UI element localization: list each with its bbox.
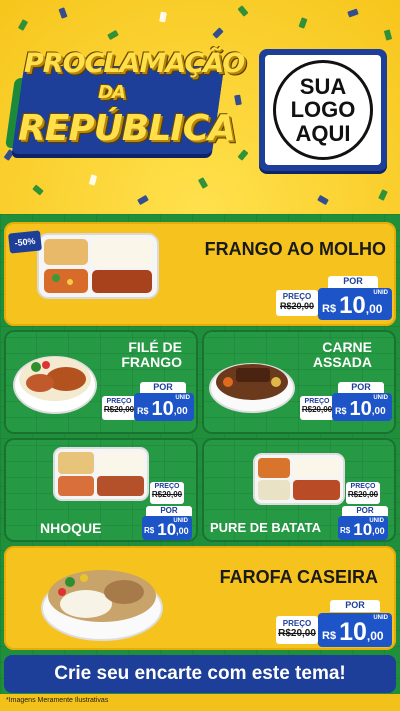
title-line-3: REPÚBLICA: [18, 108, 236, 149]
old-price: R$20,00: [103, 405, 135, 414]
food-image-nhoque: [53, 447, 149, 501]
confetti: [17, 19, 29, 31]
price-int: 10: [151, 398, 174, 420]
confetti: [137, 194, 149, 206]
price-cents: ,00: [371, 406, 386, 417]
currency: R$: [144, 526, 155, 535]
preco-label: PREÇO: [282, 292, 312, 301]
logo-text-1: SUA: [299, 74, 347, 100]
title-line-1: PROCLAMAÇÃO: [24, 48, 245, 79]
product-name: FAROFA CASEIRA: [219, 567, 378, 587]
por-label: POR: [146, 506, 192, 516]
confetti: [378, 189, 388, 201]
flyer: PROCLAMAÇÃO DA REPÚBLICA SUA LOGO AQUI F…: [0, 0, 400, 711]
product-name: NHOQUE: [40, 520, 102, 536]
old-price-box: PREÇO R$20,00: [276, 616, 318, 644]
por-label: POR: [342, 506, 388, 516]
unit-label: UNID: [369, 518, 384, 524]
por-label: POR: [330, 600, 380, 612]
new-price: R$ 10 ,00 UNID: [318, 288, 392, 320]
cta-banner[interactable]: Crie seu encarte com este tema!: [4, 655, 396, 693]
product-name: FILÉ DE FRANGO: [121, 339, 182, 371]
old-price: R$20,00: [301, 405, 333, 414]
old-price: R$20,00: [279, 301, 315, 311]
unit-label: UNID: [373, 615, 388, 621]
logo-text-2: LOGO: [290, 97, 356, 123]
food-image-frango: [37, 233, 159, 299]
logo-placeholder: SUA LOGO AQUI: [259, 49, 387, 171]
product-name-line-1: CARNE: [322, 339, 372, 355]
currency: R$: [335, 406, 347, 416]
confetti: [159, 11, 167, 23]
old-price: R$20,00: [347, 490, 379, 499]
preco-label: PREÇO: [154, 483, 180, 490]
price-cents: ,00: [173, 406, 188, 417]
new-price: R$ 10 ,00 UNID: [332, 393, 392, 421]
product-name-line-1: FILÉ DE: [128, 339, 182, 355]
food-image-file-de-frango: [13, 356, 97, 414]
food-image-farofa: [41, 570, 163, 641]
discount-badge: -50%: [8, 230, 42, 254]
footnote: *Imagens Meramente Ilustrativas: [6, 697, 109, 704]
unit-label: UNID: [173, 518, 188, 524]
preco-label: PREÇO: [106, 398, 132, 405]
confetti: [234, 94, 242, 106]
product-name: CARNE ASSADA: [312, 339, 372, 371]
price-cents: ,00: [176, 526, 189, 536]
currency: R$: [322, 303, 337, 315]
currency: R$: [137, 406, 149, 416]
confetti: [347, 8, 359, 18]
price-int: 10: [339, 618, 367, 646]
unit-label: UNID: [373, 290, 388, 296]
price-cents: ,00: [366, 629, 384, 643]
event-title: PROCLAMAÇÃO DA REPÚBLICA: [5, 48, 245, 168]
preco-label: PREÇO: [304, 398, 330, 405]
old-price-box: PREÇO R$20,00: [150, 482, 184, 504]
confetti: [58, 7, 68, 19]
old-price-box: PREÇO R$20,00: [102, 396, 136, 420]
currency: R$: [340, 526, 351, 535]
price-cents: ,00: [372, 526, 385, 536]
por-label: POR: [140, 382, 186, 393]
old-price-box: PREÇO R$20,00: [346, 482, 380, 504]
confetti: [197, 177, 209, 189]
confetti: [107, 29, 119, 41]
confetti: [88, 174, 98, 186]
price-int: 10: [349, 398, 372, 420]
confetti: [212, 27, 224, 39]
preco-label: PREÇO: [282, 619, 312, 628]
confetti: [32, 184, 44, 196]
old-price: R$20,00: [278, 628, 316, 639]
new-price: R$ 10 ,00 UNID: [134, 393, 194, 421]
confetti: [298, 17, 308, 29]
logo-text-3: AQUI: [295, 120, 351, 146]
currency: R$: [322, 630, 337, 642]
product-name-line-2: FRANGO: [121, 354, 182, 371]
title-line-2: DA: [98, 82, 126, 103]
price-int: 10: [339, 292, 366, 319]
product-name: FRANGO AO MOLHO: [204, 239, 386, 259]
unit-label: UNID: [373, 395, 388, 401]
confetti: [383, 29, 393, 41]
confetti: [237, 5, 249, 17]
product-name-line-2: ASSADA: [312, 354, 372, 371]
old-price-box: PREÇO R$20,00: [276, 290, 318, 316]
logo-circle: SUA LOGO AQUI: [273, 60, 373, 160]
new-price: R$ 10 ,00 UNID: [338, 516, 388, 540]
price-cents: ,00: [365, 302, 383, 316]
food-image-carne-assada: [209, 363, 295, 413]
preco-label: PREÇO: [350, 483, 376, 490]
new-price: R$ 10 ,00 UNID: [142, 516, 192, 540]
por-label: POR: [328, 276, 378, 288]
por-label: POR: [338, 382, 384, 393]
food-image-pure-de-batata: [253, 453, 345, 505]
old-price-box: PREÇO R$20,00: [300, 396, 334, 420]
confetti: [237, 149, 249, 161]
product-name: PURE DE BATATA: [210, 520, 321, 535]
new-price: R$ 10 ,00 UNID: [318, 613, 392, 647]
unit-label: UNID: [175, 395, 190, 401]
confetti: [317, 194, 329, 206]
old-price: R$20,00: [151, 490, 183, 499]
